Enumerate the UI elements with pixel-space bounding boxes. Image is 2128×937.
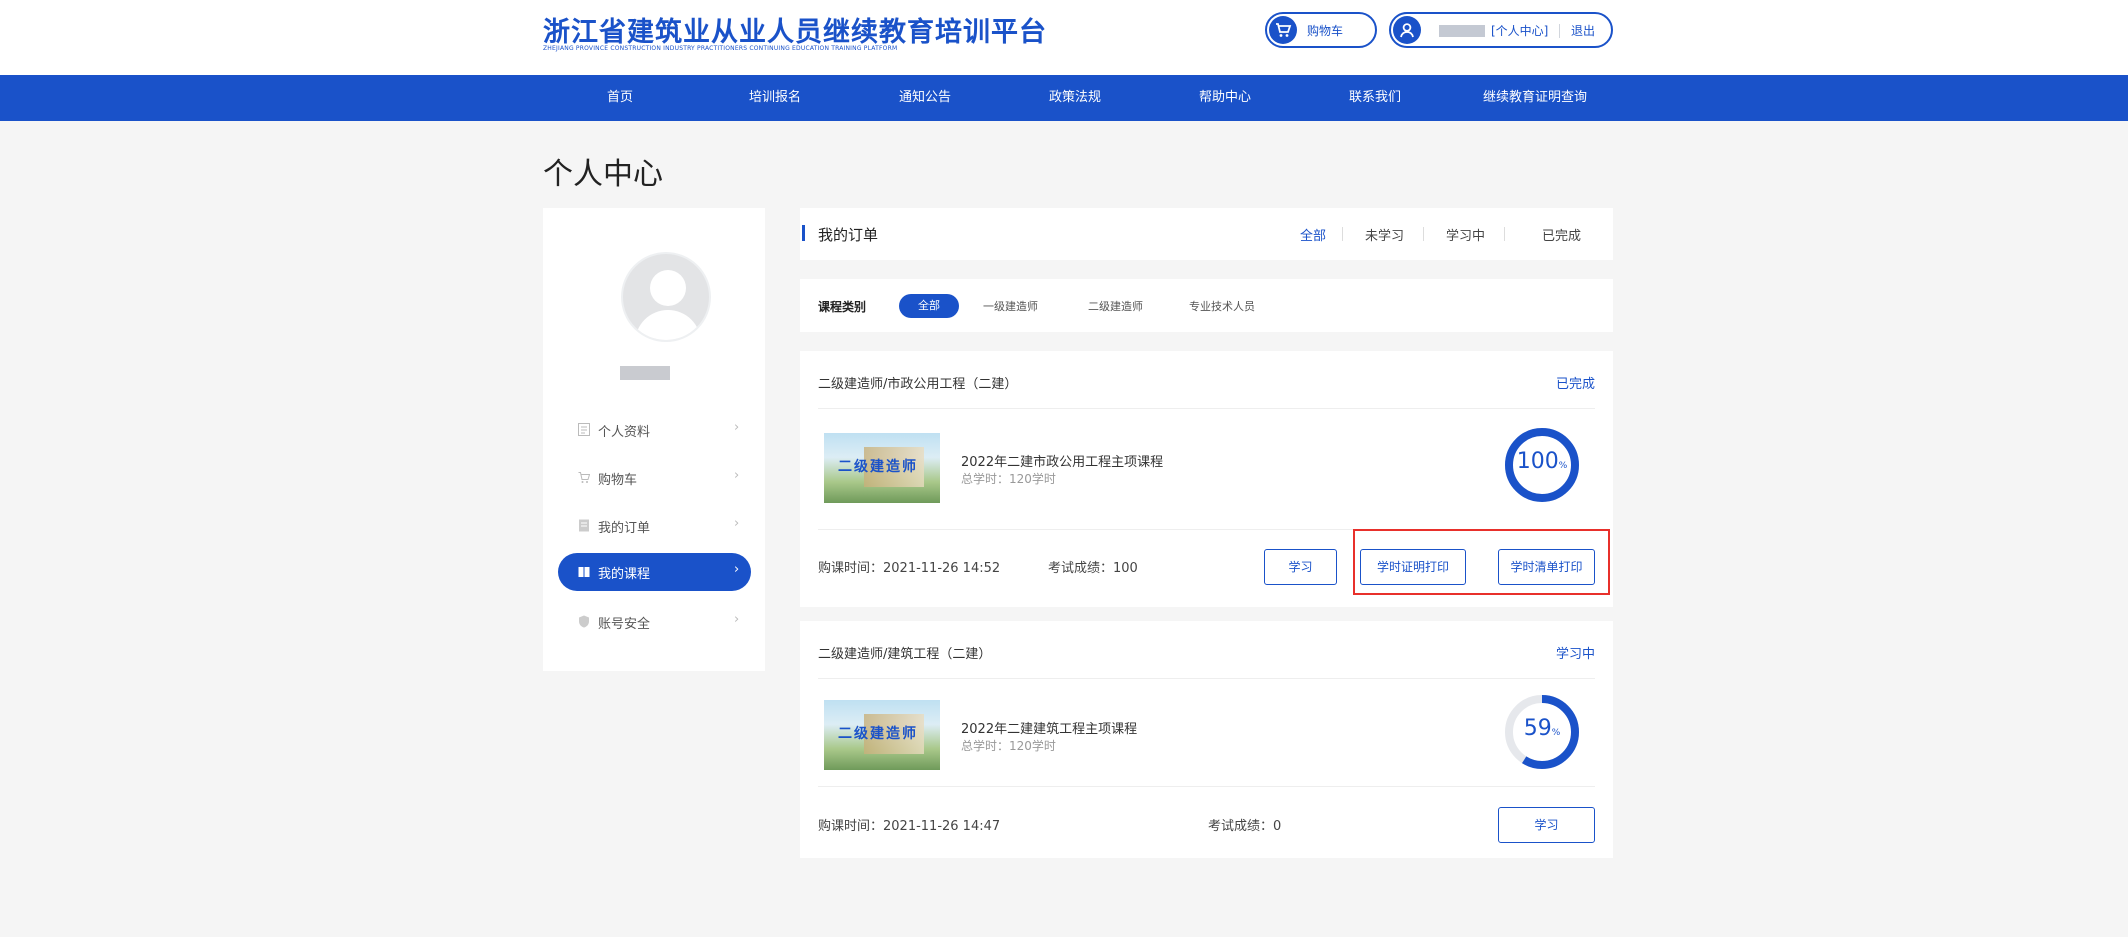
study-button[interactable]: 学习	[1264, 549, 1337, 585]
thumbnail-text: 二级建造师	[838, 726, 918, 742]
course-status: 学习中	[1555, 647, 1595, 662]
nav-item-help[interactable]: 帮助中心	[1199, 75, 1251, 121]
chevron-right-icon: ›	[734, 562, 740, 577]
progress-ring: 59%	[1502, 692, 1582, 772]
category-second-class[interactable]: 二级建造师	[1088, 298, 1143, 314]
avatar	[621, 252, 711, 342]
progress-value: 100%	[1516, 449, 1568, 474]
user-menu: [个人中心] 退出	[1389, 12, 1613, 48]
nav-item-contact[interactable]: 联系我们	[1349, 75, 1401, 121]
chevron-right-icon: ›	[734, 612, 740, 627]
filter-divider	[1504, 227, 1505, 241]
course-name[interactable]: 2022年二建市政公用工程主项课程	[961, 451, 1163, 470]
course-card: 二级建造师/建筑工程（二建） 学习中 二级建造师 2022年二建建筑工程主项课程…	[800, 621, 1613, 858]
sidebar-item-label: 购物车	[598, 473, 638, 488]
section-marker	[802, 225, 805, 241]
sidebar-item-label: 个人资料	[598, 425, 651, 440]
sidebar-item-security[interactable]: 账号安全 ›	[558, 603, 751, 641]
purchase-time: 购课时间：2021-11-26 14:52	[818, 561, 1001, 576]
category-all-chip[interactable]: 全部	[899, 294, 959, 318]
filter-all[interactable]: 全部	[1300, 225, 1326, 244]
course-status: 已完成	[1555, 377, 1595, 392]
cart-label: 购物车	[1307, 24, 1344, 38]
shield-icon	[579, 615, 589, 628]
main-nav: 首页 培训报名 通知公告 政策法规 帮助中心 联系我们 继续教育证明查询	[0, 75, 2128, 121]
filter-in-progress[interactable]: 学习中	[1446, 225, 1485, 244]
user-name-blurred	[620, 366, 670, 380]
page-title: 个人中心	[543, 157, 663, 192]
card-divider	[818, 786, 1595, 787]
category-professional[interactable]: 专业技术人员	[1189, 298, 1255, 314]
card-divider	[818, 678, 1595, 679]
sidebar-item-label: 我的课程	[598, 567, 651, 582]
sidebar: 个人资料 › 购物车 › 我的订单 › 我的课程 › 账号安全 ›	[543, 208, 765, 671]
exam-score: 考试成绩：100	[1048, 561, 1138, 576]
logout-link[interactable]: 退出	[1571, 22, 1595, 39]
print-buttons-highlight	[1353, 529, 1610, 595]
filter-divider	[1342, 227, 1343, 241]
sidebar-item-profile[interactable]: 个人资料 ›	[558, 411, 751, 449]
site-title[interactable]: 浙江省建筑业从业人员继续教育培训平台	[543, 10, 1047, 49]
sidebar-item-orders[interactable]: 我的订单 ›	[558, 507, 751, 545]
card-divider	[818, 408, 1595, 409]
id-card-icon	[578, 423, 590, 436]
cart-button[interactable]: 购物车	[1265, 12, 1377, 48]
course-hours: 总学时：120学时	[961, 739, 1056, 753]
purchase-time: 购课时间：2021-11-26 14:47	[818, 819, 1001, 834]
orders-title: 我的订单	[818, 226, 879, 244]
orders-header: 我的订单 全部 未学习 学习中 已完成	[800, 208, 1613, 260]
nav-item-notices[interactable]: 通知公告	[899, 75, 951, 121]
course-thumbnail[interactable]: 二级建造师	[824, 700, 940, 770]
nav-item-policies[interactable]: 政策法规	[1049, 75, 1101, 121]
site-header: 浙江省建筑业从业人员继续教育培训平台 ZHEJIANG PROVINCE CON…	[0, 0, 2128, 75]
category-label: 课程类别	[818, 300, 867, 314]
nav-item-certificate-query[interactable]: 继续教育证明查询	[1483, 75, 1587, 121]
user-menu-divider	[1559, 24, 1560, 38]
user-icon	[1393, 16, 1421, 44]
course-name[interactable]: 2022年二建建筑工程主项课程	[961, 718, 1137, 737]
site-subtitle: ZHEJIANG PROVINCE CONSTRUCTION INDUSTRY …	[543, 45, 898, 52]
filter-completed[interactable]: 已完成	[1542, 225, 1581, 244]
course-category: 二级建造师/建筑工程（二建）	[818, 647, 992, 662]
course-category: 二级建造师/市政公用工程（二建）	[818, 377, 1018, 392]
category-first-class[interactable]: 一级建造师	[983, 298, 1038, 314]
progress-value: 59%	[1523, 716, 1561, 741]
avatar-body	[635, 310, 701, 340]
sidebar-item-cart[interactable]: 购物车 ›	[558, 459, 751, 497]
personal-center-link[interactable]: [个人中心]	[1491, 22, 1548, 39]
avatar-head	[650, 270, 686, 306]
study-button[interactable]: 学习	[1498, 807, 1595, 843]
chevron-right-icon: ›	[734, 468, 740, 483]
exam-score: 考试成绩：0	[1208, 819, 1282, 834]
course-thumbnail[interactable]: 二级建造师	[824, 433, 940, 503]
course-hours: 总学时：120学时	[961, 472, 1056, 486]
chevron-right-icon: ›	[734, 516, 740, 531]
chevron-right-icon: ›	[734, 420, 740, 435]
cart-icon	[578, 472, 590, 483]
sidebar-item-label: 账号安全	[598, 617, 651, 632]
username-blurred	[1439, 25, 1485, 37]
filter-not-started[interactable]: 未学习	[1365, 225, 1404, 244]
book-icon	[578, 567, 590, 577]
cart-icon	[1269, 16, 1297, 44]
category-filter: 课程类别 全部 一级建造师 二级建造师 专业技术人员	[800, 279, 1613, 332]
sidebar-item-my-courses[interactable]: 我的课程 ›	[558, 553, 751, 591]
filter-divider	[1423, 227, 1424, 241]
nav-item-registration[interactable]: 培训报名	[749, 75, 801, 121]
thumbnail-text: 二级建造师	[838, 459, 918, 475]
nav-item-home[interactable]: 首页	[607, 75, 633, 121]
progress-ring: 100%	[1502, 425, 1582, 505]
sidebar-item-label: 我的订单	[598, 521, 651, 536]
order-icon	[579, 519, 589, 532]
